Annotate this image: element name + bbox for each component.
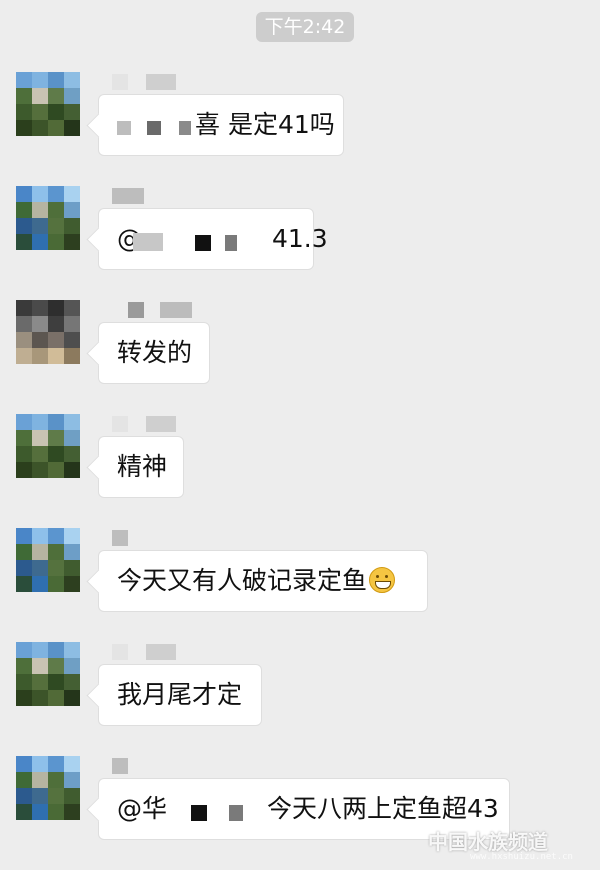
redaction-block — [147, 121, 161, 135]
message-text: 转发的 — [117, 338, 193, 367]
redaction-block — [195, 235, 211, 251]
chat-message: @ 41.3 — [0, 186, 600, 300]
message-bubble[interactable]: 我月尾才定 — [98, 664, 262, 726]
chat-message: 转发的 — [0, 300, 600, 414]
sender-name-redacted — [112, 416, 192, 432]
redaction-block — [191, 805, 207, 821]
message-text: 今天又有人破记录定鱼 — [117, 566, 368, 595]
sender-name-redacted — [112, 302, 192, 318]
message-text: 精神 — [117, 452, 168, 481]
watermark-url: www.hxshuizu.net.cn — [470, 852, 573, 862]
sender-name-redacted — [112, 530, 192, 546]
sender-name-redacted — [112, 188, 192, 204]
avatar[interactable] — [16, 72, 80, 136]
message-text: 我月尾才定 — [117, 680, 243, 709]
message-text: 41.3 — [271, 224, 328, 253]
message-bubble[interactable]: 精神 — [98, 436, 184, 498]
redaction-block — [179, 121, 191, 135]
message-bubble[interactable]: 转发的 — [98, 322, 210, 384]
avatar[interactable] — [16, 300, 80, 364]
sender-name-redacted — [112, 758, 192, 774]
avatar[interactable] — [16, 528, 80, 592]
chat-message: 喜 是定41吗 — [0, 72, 600, 186]
sender-name-redacted — [112, 644, 192, 660]
chat-message: 我月尾才定 — [0, 642, 600, 756]
message-mention: @华 — [117, 794, 168, 823]
grinning-face-icon — [369, 567, 396, 593]
avatar[interactable] — [16, 642, 80, 706]
avatar[interactable] — [16, 756, 80, 820]
redaction-block — [225, 235, 237, 251]
message-text: 喜 是定41吗 — [195, 110, 335, 139]
message-text: 今天八两上定鱼超43 — [266, 794, 499, 823]
redaction-block — [229, 805, 243, 821]
avatar[interactable] — [16, 186, 80, 250]
chat-message: 精神 — [0, 414, 600, 528]
avatar[interactable] — [16, 414, 80, 478]
sender-name-redacted — [112, 74, 192, 90]
chat-timestamp: 下午2:42 — [256, 12, 354, 42]
message-bubble[interactable]: @ 41.3 — [98, 208, 328, 270]
redaction-block — [117, 121, 131, 135]
message-bubble[interactable]: 喜 是定41吗 — [98, 94, 344, 156]
redaction-block — [133, 233, 163, 251]
message-bubble[interactable]: 今天又有人破记录定鱼 — [98, 550, 428, 612]
chat-message: 今天又有人破记录定鱼 — [0, 528, 600, 642]
